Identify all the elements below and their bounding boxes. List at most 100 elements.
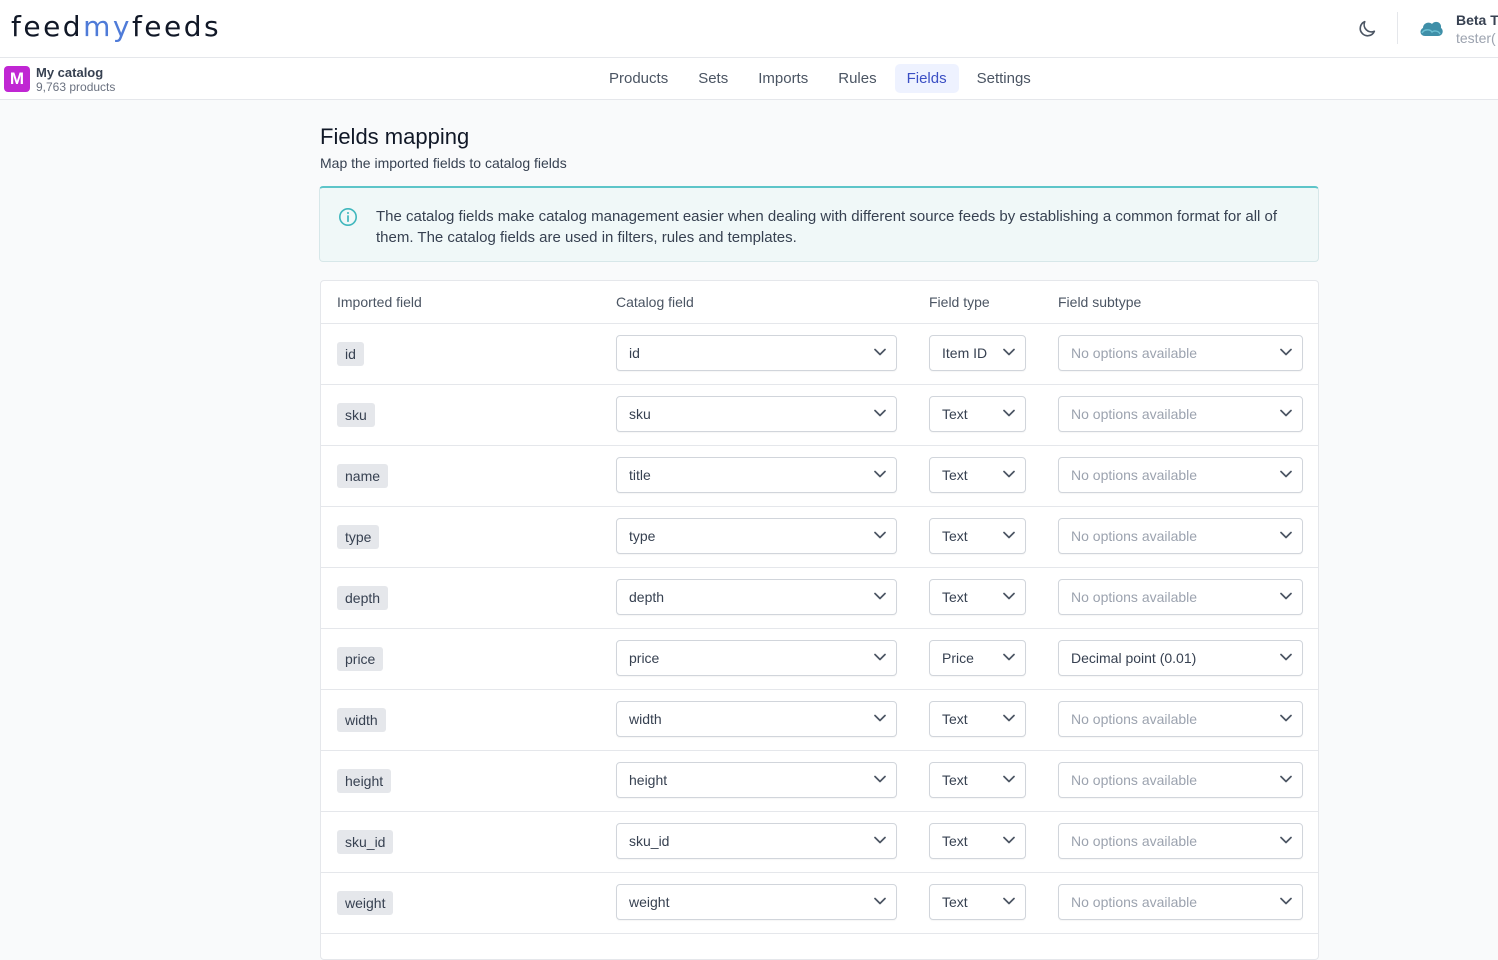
logo-part-my: my — [83, 10, 132, 43]
field-subtype-value: No options available — [1071, 894, 1198, 910]
chevron-down-icon — [874, 409, 886, 417]
field-type-select[interactable]: Text — [929, 762, 1026, 798]
field-subtype-value: Decimal point (0.01) — [1071, 650, 1197, 666]
catalog-field-select[interactable]: weight — [616, 884, 897, 920]
tab-imports[interactable]: Imports — [746, 64, 820, 93]
catalog-field-select[interactable]: type — [616, 518, 897, 554]
imported-field-chip: depth — [337, 586, 389, 610]
field-subtype-select[interactable]: No options available — [1058, 396, 1303, 432]
chevron-down-icon — [874, 775, 886, 783]
field-type-select[interactable]: Text — [929, 396, 1026, 432]
field-subtype-select[interactable]: No options available — [1058, 335, 1303, 371]
chevron-down-icon — [1280, 348, 1292, 356]
field-type-select[interactable]: Text — [929, 884, 1026, 920]
chevron-down-icon — [874, 531, 886, 539]
field-subtype-value: No options available — [1071, 833, 1198, 849]
user-name[interactable]: Beta T — [1456, 12, 1498, 28]
catalog-field-value: id — [629, 345, 640, 361]
catalog-tabs: Products Sets Imports Rules Fields Setti… — [597, 64, 1049, 94]
info-callout: The catalog fields make catalog manageme… — [319, 186, 1319, 262]
tab-products[interactable]: Products — [597, 64, 680, 93]
field-type-value: Text — [942, 833, 968, 849]
cloud-icon[interactable] — [1418, 18, 1444, 38]
catalog-field-value: weight — [629, 894, 670, 910]
field-type-select[interactable]: Text — [929, 518, 1026, 554]
imported-field-chip: height — [337, 769, 392, 793]
catalog-nav-bar: M My catalog 9,763 products Products Set… — [0, 58, 1498, 100]
field-subtype-select[interactable]: No options available — [1058, 457, 1303, 493]
page-title: Fields mapping — [320, 124, 470, 149]
field-subtype-select[interactable]: No options available — [1058, 762, 1303, 798]
catalog-name[interactable]: My catalog — [36, 65, 103, 80]
top-header: feedmyfeeds Beta T tester( — [0, 0, 1498, 58]
chevron-down-icon — [874, 348, 886, 356]
field-type-select[interactable]: Text — [929, 457, 1026, 493]
catalog-field-value: sku_id — [629, 833, 670, 849]
catalog-field-select[interactable]: width — [616, 701, 897, 737]
field-subtype-select[interactable]: No options available — [1058, 884, 1303, 920]
catalog-field-select[interactable]: depth — [616, 579, 897, 615]
catalog-field-select[interactable]: sku_id — [616, 823, 897, 859]
chevron-down-icon — [1003, 775, 1015, 783]
tab-fields[interactable]: Fields — [894, 64, 959, 93]
imported-field-chip: price — [337, 647, 384, 671]
tab-rules[interactable]: Rules — [826, 64, 888, 93]
field-type-select[interactable]: Text — [929, 701, 1026, 737]
chevron-down-icon — [1280, 836, 1292, 844]
field-type-value: Text — [942, 406, 968, 422]
field-type-value: Item ID — [942, 345, 988, 361]
table-row: name title Text No options available — [321, 445, 1318, 507]
field-subtype-select[interactable]: No options available — [1058, 701, 1303, 737]
table-row: type type Text No options available — [321, 506, 1318, 568]
imported-field-chip: sku — [337, 403, 375, 427]
info-text: The catalog fields make catalog manageme… — [376, 208, 1278, 246]
catalog-avatar[interactable]: M — [4, 66, 30, 92]
catalog-field-select[interactable]: price — [616, 640, 897, 676]
header-imported-field: Imported field — [337, 294, 422, 310]
chevron-down-icon — [874, 470, 886, 478]
field-type-select[interactable]: Item ID — [929, 335, 1026, 371]
catalog-field-value: height — [629, 772, 668, 788]
catalog-product-count: 9,763 products — [36, 80, 116, 94]
chevron-down-icon — [1003, 714, 1015, 722]
field-subtype-select[interactable]: No options available — [1058, 518, 1303, 554]
logo-part-feed: feed — [11, 10, 84, 43]
field-subtype-value: No options available — [1071, 711, 1198, 727]
field-subtype-select[interactable]: No options available — [1058, 823, 1303, 859]
tab-sets[interactable]: Sets — [686, 64, 740, 93]
header-catalog-field: Catalog field — [616, 294, 694, 310]
field-type-select[interactable]: Text — [929, 823, 1026, 859]
imported-field-chip: name — [337, 464, 389, 488]
app-logo[interactable]: feedmyfeeds — [11, 10, 221, 43]
imported-field-chip: sku_id — [337, 830, 394, 854]
tab-settings[interactable]: Settings — [965, 64, 1043, 93]
table-row: width width Text No options available — [321, 689, 1318, 751]
chevron-down-icon — [1280, 897, 1292, 905]
header-divider — [1397, 12, 1398, 44]
field-subtype-select[interactable]: Decimal point (0.01) — [1058, 640, 1303, 676]
page-subtitle: Map the imported fields to catalog field… — [320, 155, 567, 171]
logo-part-feeds: feeds — [131, 10, 222, 43]
field-type-select[interactable]: Price — [929, 640, 1026, 676]
moon-icon[interactable] — [1356, 18, 1378, 40]
chevron-down-icon — [1003, 348, 1015, 356]
field-type-select[interactable]: Text — [929, 579, 1026, 615]
imported-field-chip: id — [337, 342, 364, 366]
table-header: Imported field Catalog field Field type … — [321, 281, 1318, 324]
chevron-down-icon — [1280, 531, 1292, 539]
chevron-down-icon — [874, 897, 886, 905]
field-subtype-select[interactable]: No options available — [1058, 579, 1303, 615]
chevron-down-icon — [1280, 470, 1292, 478]
catalog-field-select[interactable]: title — [616, 457, 897, 493]
field-type-value: Text — [942, 772, 968, 788]
field-type-value: Text — [942, 528, 968, 544]
imported-field-chip: width — [337, 708, 386, 732]
chevron-down-icon — [1003, 836, 1015, 844]
catalog-field-select[interactable]: height — [616, 762, 897, 798]
chevron-down-icon — [1280, 409, 1292, 417]
catalog-field-select[interactable]: id — [616, 335, 897, 371]
user-email: tester( — [1456, 30, 1496, 46]
catalog-field-select[interactable]: sku — [616, 396, 897, 432]
table-row: height height Text No options available — [321, 750, 1318, 812]
chevron-down-icon — [874, 836, 886, 844]
